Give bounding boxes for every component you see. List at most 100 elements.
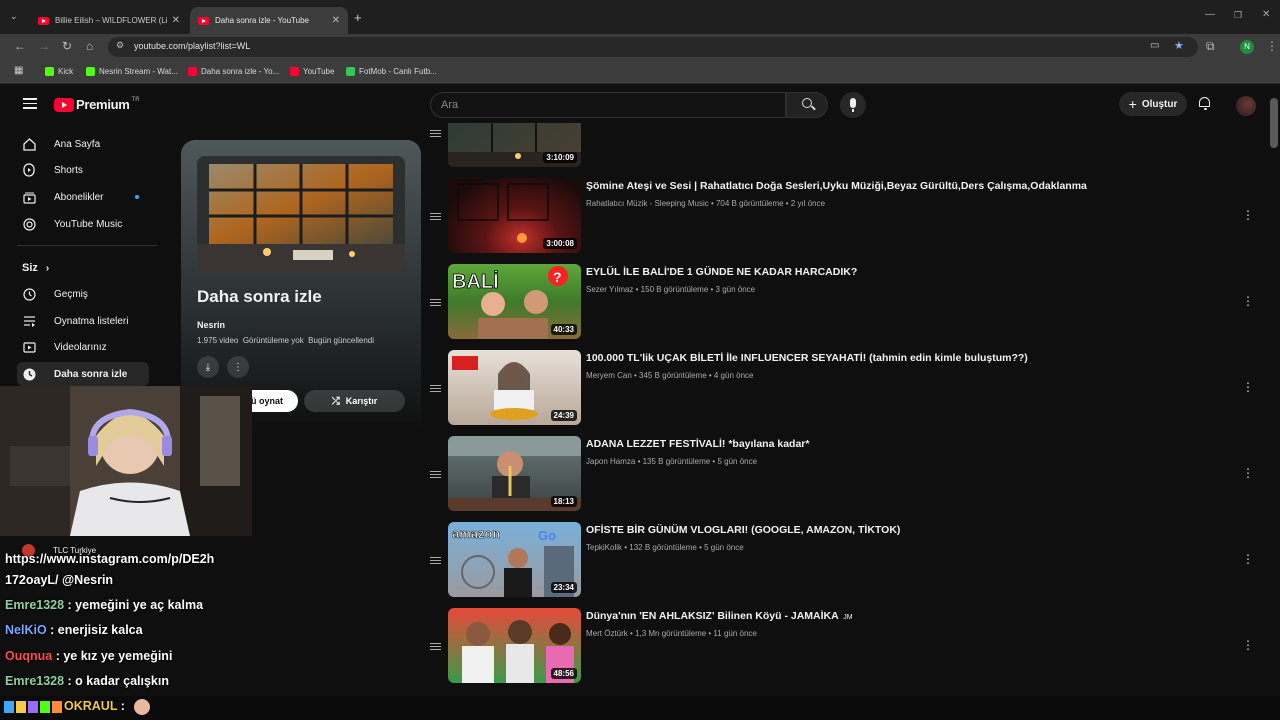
video-title[interactable]: ADANA LEZZET FESTİVALİ! *bayılana kadar* xyxy=(586,438,809,450)
video-row[interactable]: 3:10:09 ⋮ xyxy=(428,122,1268,170)
video-menu-icon[interactable]: ⋮ xyxy=(1242,552,1254,566)
bookmark-nesrin-stream[interactable]: Nesrin Stream - Wat... xyxy=(86,67,178,76)
browser-tab-watch-later[interactable]: Daha sonra izle - YouTube ✕ xyxy=(190,7,348,34)
minimize-icon[interactable]: — xyxy=(1205,9,1215,20)
bookmarks-bar: ▦ Kick Nesrin Stream - Wat... Daha sonra… xyxy=(0,60,1280,84)
video-menu-icon[interactable]: ⋮ xyxy=(1242,208,1254,222)
home-icon[interactable]: ⌂ xyxy=(86,39,93,53)
video-thumbnail[interactable]: BALİ? 40:33 xyxy=(448,264,581,339)
sidebar-section-you[interactable]: Siz › xyxy=(22,262,49,274)
hamburger-menu-icon[interactable] xyxy=(23,98,37,109)
stream-chat-overlay: https://www.instagram.com/p/DE2h 172oayL… xyxy=(0,550,420,698)
download-button[interactable]: ⤓ xyxy=(197,356,219,378)
reload-icon[interactable]: ↻ xyxy=(62,39,72,53)
sidebar-item-history[interactable]: Geçmiş xyxy=(17,282,149,306)
create-button[interactable]: + Oluştur xyxy=(1119,92,1187,116)
bookmark-watch-later[interactable]: Daha sonra izle - Yo... xyxy=(188,67,279,76)
video-thumbnail[interactable]: amazon Go 23:34 xyxy=(448,522,581,597)
restore-icon[interactable]: ❐ xyxy=(1234,10,1242,21)
close-tab-icon[interactable]: ✕ xyxy=(172,15,180,26)
drag-handle-icon[interactable] xyxy=(430,213,441,222)
chat-message: 172oayL/ @Nesrin xyxy=(5,573,114,587)
video-title[interactable]: EYLÜL İLE BALİ'DE 1 GÜNDE NE KADAR HARCA… xyxy=(586,266,857,278)
sidebar-item-youtube-music[interactable]: YouTube Music xyxy=(17,212,149,236)
playlist-title: Daha sonra izle xyxy=(197,287,322,306)
sidebar-item-shorts[interactable]: Shorts xyxy=(17,158,149,182)
video-row[interactable]: 18:13 ADANA LEZZET FESTİVALİ! *bayılana … xyxy=(428,436,1268,514)
video-menu-icon[interactable]: ⋮ xyxy=(1242,380,1254,394)
voice-search-button[interactable] xyxy=(840,92,866,118)
badge-icon xyxy=(40,701,50,713)
watch-later-icon xyxy=(22,367,36,381)
shuffle-button[interactable]: ⤮ Karıştır xyxy=(304,390,405,412)
region-code: TR xyxy=(131,96,140,103)
page-scrollbar[interactable] xyxy=(1270,98,1278,148)
browser-tab-billie[interactable]: Billie Eilish – WILDFLOWER (Liv ✕ xyxy=(30,7,188,34)
drag-handle-icon[interactable] xyxy=(430,557,441,566)
bookmark-star-icon[interactable]: ★ xyxy=(1174,39,1184,52)
extensions-icon[interactable]: ⧉ xyxy=(1206,39,1215,54)
profile-avatar[interactable]: N xyxy=(1240,40,1254,54)
close-window-icon[interactable]: ✕ xyxy=(1262,9,1270,20)
search-button[interactable] xyxy=(786,92,828,118)
video-title[interactable]: Dünya'nın 'EN AHLAKSIZ' Bilinen Köyü - J… xyxy=(586,610,853,622)
bookmark-youtube[interactable]: YouTube xyxy=(290,67,334,76)
video-meta: Japon Hamza • 135 B görüntüleme • 5 gün … xyxy=(586,457,758,466)
sidebar-item-home[interactable]: Ana Sayfa xyxy=(17,132,149,156)
video-menu-icon[interactable]: ⋮ xyxy=(1242,294,1254,308)
video-menu-icon[interactable]: ⋮ xyxy=(1242,638,1254,652)
video-thumbnail[interactable]: 3:00:08 xyxy=(448,178,581,253)
sidebar-item-watch-later[interactable]: Daha sonra izle xyxy=(17,362,149,386)
site-info-icon[interactable]: ⚙ xyxy=(116,40,124,51)
video-menu-icon[interactable]: ⋮ xyxy=(1242,466,1254,480)
youtube-premium-logo[interactable]: Premium TR xyxy=(54,97,140,112)
close-tab-icon[interactable]: ✕ xyxy=(332,15,340,26)
video-duration: 48:56 xyxy=(550,668,577,679)
drag-handle-icon[interactable] xyxy=(430,130,441,139)
video-row[interactable]: 24:39 100.000 TL'lik UÇAK BİLETİ İle INF… xyxy=(428,350,1268,428)
account-avatar[interactable] xyxy=(1236,96,1256,116)
url-text: youtube.com/playlist?list=WL xyxy=(134,41,251,51)
video-title[interactable]: 100.000 TL'lik UÇAK BİLETİ İle INFLUENCE… xyxy=(586,352,1028,364)
chat-message: https://www.instagram.com/p/DE2h xyxy=(5,552,215,566)
badge-icon xyxy=(4,701,14,713)
playlist-owner[interactable]: Nesrin xyxy=(197,320,225,330)
tab-search-icon[interactable]: ⌄ xyxy=(10,11,18,22)
search-input[interactable]: Ara xyxy=(430,92,786,118)
playlist-thumbnail[interactable] xyxy=(197,156,405,272)
drag-handle-icon[interactable] xyxy=(430,471,441,480)
browser-menu-icon[interactable]: ⋮ xyxy=(1266,39,1278,53)
sidebar-item-subscriptions[interactable]: Abonelikler xyxy=(17,185,149,209)
badge-icon xyxy=(28,701,38,713)
more-options-button[interactable]: ⋮ xyxy=(227,356,249,378)
new-tab-button[interactable]: + xyxy=(354,10,362,25)
apps-grid-icon[interactable]: ▦ xyxy=(14,65,23,76)
browser-toolbar: ← → ↻ ⌂ ⚙ youtube.com/playlist?list=WL ▭… xyxy=(0,34,1280,60)
video-title[interactable]: Şömine Ateşi ve Sesi | Rahatlatıcı Doğa … xyxy=(586,180,1087,192)
video-row[interactable]: 3:00:08 Şömine Ateşi ve Sesi | Rahatlatı… xyxy=(428,178,1268,256)
badge-icon xyxy=(16,701,26,713)
video-row[interactable]: 48:56 Dünya'nın 'EN AHLAKSIZ' Bilinen Kö… xyxy=(428,608,1268,686)
bookmark-fotmob[interactable]: FotMob - Canlı Futb... xyxy=(346,67,437,76)
notifications-bell-icon[interactable] xyxy=(1199,97,1211,110)
drag-handle-icon[interactable] xyxy=(430,299,441,308)
forward-icon[interactable]: → xyxy=(38,39,50,53)
drag-handle-icon[interactable] xyxy=(430,385,441,394)
url-bar[interactable]: ⚙ youtube.com/playlist?list=WL ▭ ★ xyxy=(108,37,1198,57)
video-row[interactable]: amazon Go 23:34 OFİSTE BİR GÜNÜM VLOGLARI… xyxy=(428,522,1268,600)
video-title[interactable]: OFİSTE BİR GÜNÜM VLOGLARI! (GOOGLE, AMAZ… xyxy=(586,524,900,536)
bookmark-kick[interactable]: Kick xyxy=(45,67,73,76)
video-thumbnail[interactable]: 18:13 xyxy=(448,436,581,511)
cast-icon[interactable]: ▭ xyxy=(1150,40,1159,51)
video-row[interactable]: BALİ? 40:33 EYLÜL İLE BALİ'DE 1 GÜNDE NE… xyxy=(428,264,1268,342)
video-thumbnail[interactable]: 48:56 xyxy=(448,608,581,683)
video-thumbnail[interactable]: 3:10:09 xyxy=(448,122,581,167)
back-icon[interactable]: ← xyxy=(14,39,26,53)
sidebar-item-playlists[interactable]: Oynatma listeleri xyxy=(17,309,149,333)
shuffle-icon: ⤮ xyxy=(331,395,340,407)
sidebar-item-your-videos[interactable]: Videolarınız xyxy=(17,335,149,359)
video-duration: 40:33 xyxy=(550,324,577,335)
video-thumbnail[interactable]: 24:39 xyxy=(448,350,581,425)
video-duration: 3:00:08 xyxy=(543,238,577,249)
drag-handle-icon[interactable] xyxy=(430,643,441,652)
